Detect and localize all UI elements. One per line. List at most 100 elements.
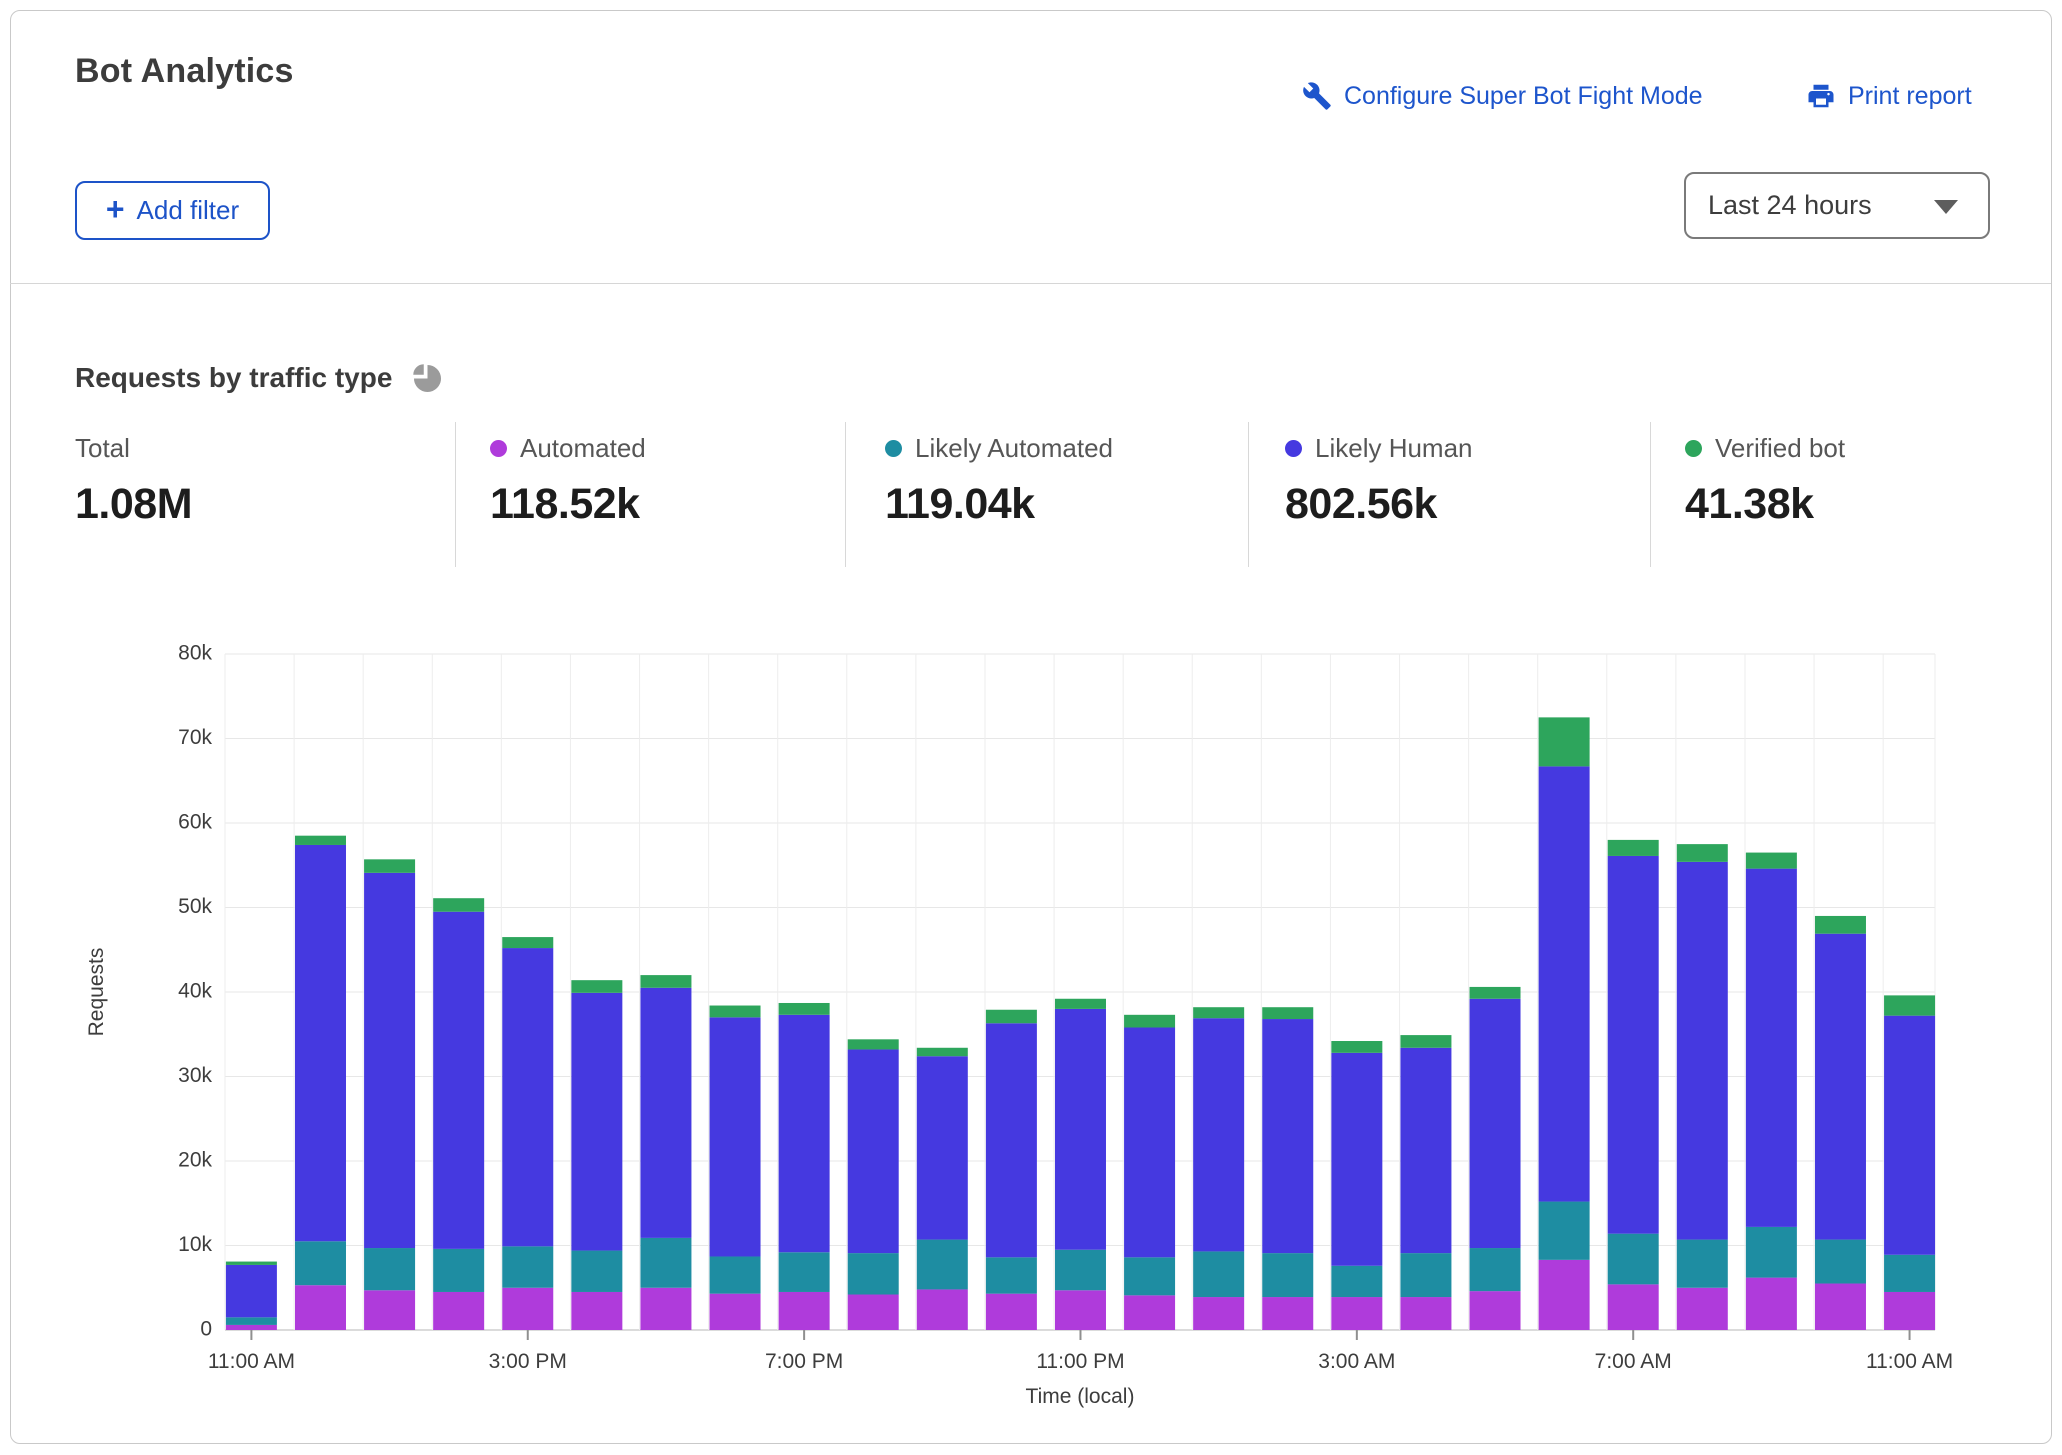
bar-12:00 AM[interactable] (1124, 1015, 1175, 1330)
bar-11:00 AM[interactable] (226, 1262, 277, 1330)
bar-segment-Likely Human[interactable] (640, 988, 691, 1238)
bar-segment-Verified bot[interactable] (571, 980, 622, 993)
bar-segment-Verified bot[interactable] (1539, 717, 1590, 766)
bar-segment-Automated[interactable] (1193, 1297, 1244, 1330)
bar-segment-Likely Human[interactable] (1884, 1016, 1935, 1255)
bar-segment-Automated[interactable] (1884, 1292, 1935, 1330)
bar-segment-Likely Human[interactable] (1400, 1048, 1451, 1253)
bar-segment-Automated[interactable] (433, 1292, 484, 1330)
bar-segment-Likely Automated[interactable] (917, 1240, 968, 1290)
bar-segment-Likely Automated[interactable] (1746, 1227, 1797, 1278)
bar-segment-Automated[interactable] (1331, 1297, 1382, 1330)
bar-segment-Likely Human[interactable] (848, 1049, 899, 1253)
bar-segment-Verified bot[interactable] (848, 1039, 899, 1049)
bar-8:00 AM[interactable] (1677, 844, 1728, 1330)
bar-segment-Likely Human[interactable] (1746, 869, 1797, 1227)
bar-segment-Automated[interactable] (1400, 1297, 1451, 1330)
bar-segment-Likely Automated[interactable] (433, 1249, 484, 1292)
bar-10:00 PM[interactable] (986, 1010, 1037, 1330)
bar-segment-Automated[interactable] (1055, 1290, 1106, 1330)
bar-segment-Automated[interactable] (917, 1289, 968, 1330)
bar-segment-Likely Automated[interactable] (1539, 1202, 1590, 1260)
bar-segment-Verified bot[interactable] (364, 859, 415, 873)
bar-11:00 PM[interactable] (1055, 999, 1106, 1330)
bar-segment-Automated[interactable] (640, 1288, 691, 1330)
bar-8:00 PM[interactable] (848, 1039, 899, 1330)
bar-segment-Verified bot[interactable] (640, 975, 691, 988)
bar-3:00 PM[interactable] (502, 937, 553, 1330)
bar-segment-Likely Human[interactable] (1539, 766, 1590, 1201)
bar-segment-Verified bot[interactable] (1608, 840, 1659, 856)
bar-segment-Automated[interactable] (364, 1290, 415, 1330)
bar-3:00 AM[interactable] (1331, 1041, 1382, 1330)
bar-segment-Verified bot[interactable] (502, 937, 553, 948)
bar-segment-Likely Automated[interactable] (1055, 1250, 1106, 1291)
bar-segment-Likely Human[interactable] (1331, 1053, 1382, 1266)
bar-segment-Verified bot[interactable] (433, 898, 484, 912)
bar-segment-Likely Automated[interactable] (1331, 1266, 1382, 1297)
bar-2:00 PM[interactable] (433, 898, 484, 1330)
bar-segment-Verified bot[interactable] (1193, 1007, 1244, 1018)
bar-segment-Likely Automated[interactable] (1608, 1234, 1659, 1285)
add-filter-button[interactable]: + Add filter (75, 181, 270, 240)
bar-7:00 AM[interactable] (1608, 840, 1659, 1330)
bar-segment-Likely Automated[interactable] (710, 1256, 761, 1293)
bar-1:00 AM[interactable] (1193, 1007, 1244, 1330)
bar-2:00 AM[interactable] (1262, 1007, 1313, 1330)
bar-segment-Likely Automated[interactable] (848, 1253, 899, 1294)
bar-segment-Automated[interactable] (1746, 1278, 1797, 1330)
bar-segment-Verified bot[interactable] (710, 1006, 761, 1018)
bar-segment-Verified bot[interactable] (1470, 987, 1521, 999)
time-range-select[interactable]: Last 24 hours (1684, 172, 1990, 239)
bar-segment-Verified bot[interactable] (779, 1003, 830, 1015)
bar-segment-Likely Human[interactable] (1470, 999, 1521, 1248)
stat-likely-automated[interactable]: Likely Automated 119.04k (885, 430, 1113, 529)
bar-segment-Automated[interactable] (1677, 1288, 1728, 1330)
bar-segment-Automated[interactable] (1539, 1260, 1590, 1330)
bar-10:00 AM[interactable] (1815, 916, 1866, 1330)
bar-segment-Likely Human[interactable] (295, 845, 346, 1241)
bar-segment-Automated[interactable] (1608, 1284, 1659, 1330)
bar-5:00 AM[interactable] (1470, 987, 1521, 1330)
bar-segment-Automated[interactable] (848, 1295, 899, 1330)
bar-segment-Likely Automated[interactable] (364, 1248, 415, 1290)
bar-segment-Likely Automated[interactable] (295, 1241, 346, 1285)
stat-likely-human[interactable]: Likely Human 802.56k (1285, 430, 1473, 529)
bar-7:00 PM[interactable] (779, 1003, 830, 1330)
bar-segment-Likely Human[interactable] (571, 993, 622, 1251)
bar-5:00 PM[interactable] (640, 975, 691, 1330)
bar-segment-Automated[interactable] (1124, 1295, 1175, 1330)
bar-segment-Automated[interactable] (295, 1285, 346, 1330)
bar-segment-Verified bot[interactable] (1262, 1007, 1313, 1019)
bar-segment-Likely Automated[interactable] (502, 1246, 553, 1287)
bar-segment-Verified bot[interactable] (986, 1010, 1037, 1024)
bar-segment-Automated[interactable] (571, 1292, 622, 1330)
configure-super-bot-fight-mode-link[interactable]: Configure Super Bot Fight Mode (1302, 76, 1703, 116)
bar-segment-Automated[interactable] (986, 1294, 1037, 1330)
bar-6:00 PM[interactable] (710, 1006, 761, 1330)
bar-segment-Verified bot[interactable] (295, 836, 346, 845)
bar-segment-Likely Automated[interactable] (1470, 1248, 1521, 1291)
bar-segment-Likely Human[interactable] (1124, 1027, 1175, 1257)
bar-9:00 AM[interactable] (1746, 853, 1797, 1330)
bar-segment-Automated[interactable] (226, 1325, 277, 1330)
bar-segment-Automated[interactable] (1262, 1297, 1313, 1330)
bar-segment-Likely Automated[interactable] (1677, 1240, 1728, 1288)
bar-segment-Likely Automated[interactable] (1400, 1253, 1451, 1297)
bar-segment-Likely Human[interactable] (986, 1023, 1037, 1257)
bar-segment-Automated[interactable] (710, 1294, 761, 1330)
bar-segment-Verified bot[interactable] (226, 1262, 277, 1265)
bar-4:00 PM[interactable] (571, 980, 622, 1330)
bar-segment-Likely Automated[interactable] (779, 1252, 830, 1292)
bar-segment-Automated[interactable] (1470, 1291, 1521, 1330)
bar-segment-Verified bot[interactable] (1884, 995, 1935, 1015)
bar-segment-Likely Automated[interactable] (1815, 1240, 1866, 1284)
bar-segment-Likely Human[interactable] (226, 1265, 277, 1317)
bar-segment-Verified bot[interactable] (1331, 1041, 1382, 1053)
bar-6:00 AM[interactable] (1539, 717, 1590, 1330)
stat-automated[interactable]: Automated 118.52k (490, 430, 646, 529)
bar-segment-Likely Human[interactable] (1055, 1009, 1106, 1250)
bar-segment-Likely Automated[interactable] (571, 1251, 622, 1292)
bar-segment-Likely Automated[interactable] (1262, 1253, 1313, 1297)
bar-12:00 PM[interactable] (295, 836, 346, 1330)
